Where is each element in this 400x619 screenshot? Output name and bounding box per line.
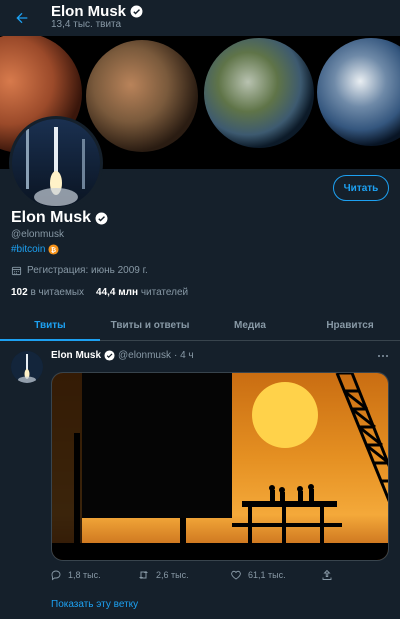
follow-button[interactable]: Читать (333, 175, 389, 201)
profile-name: Elon Musk (11, 209, 108, 227)
followers-count: 44,4 млн (96, 287, 139, 298)
profile-tabs: Твиты Твиты и ответы Медиа Нравится (0, 311, 400, 341)
share-button[interactable] (321, 569, 333, 581)
rocket-launch-thumbnail (11, 351, 43, 383)
bitcoin-icon: ₿ (48, 244, 60, 255)
tab-likes[interactable]: Нравится (300, 311, 400, 340)
tweet-item[interactable]: Elon Musk @elonmusk · 4 ч 1,8 тыс. 2,6 т… (0, 342, 400, 619)
tab-tweets-and-replies[interactable]: Твиты и ответы (100, 311, 200, 340)
sunset-launchpad-image (52, 373, 388, 560)
retweet-icon (139, 571, 148, 579)
tweet-author-handle[interactable]: @elonmusk (118, 350, 171, 361)
profile-avatar[interactable] (9, 116, 103, 210)
reply-button[interactable]: 1,8 тыс. (50, 569, 101, 581)
tweet-header: Elon Musk @elonmusk · 4 ч (51, 350, 194, 361)
following-count: 102 (11, 287, 28, 298)
top-header: Elon Musk 13,4 тыс. твита (0, 0, 400, 36)
verified-badge-icon (130, 5, 143, 18)
retweet-button[interactable]: 2,6 тыс. (137, 569, 189, 581)
following-link[interactable]: 102 в читаемых (11, 287, 84, 298)
reply-icon (51, 570, 61, 581)
followers-label: читателей (140, 287, 189, 298)
join-date-text: Регистрация: июнь 2009 г. (27, 265, 148, 276)
rocket-launch-image (12, 119, 100, 207)
share-icon (322, 569, 332, 580)
more-icon[interactable] (374, 350, 392, 362)
tab-tweets[interactable]: Твиты (0, 311, 100, 341)
tweet-avatar[interactable] (11, 351, 43, 383)
verified-badge-icon (104, 350, 115, 361)
following-label: в читаемых (30, 287, 85, 298)
verified-badge-icon (95, 212, 108, 224)
back-button[interactable] (10, 6, 34, 30)
like-icon (231, 570, 241, 580)
tweet-image[interactable] (51, 372, 389, 561)
bitcoin-hashtag-link[interactable]: #bitcoin (11, 244, 45, 255)
show-thread-link[interactable]: Показать эту ветку (51, 599, 138, 610)
tab-media[interactable]: Медиа (200, 311, 300, 340)
svg-text:₿: ₿ (51, 246, 56, 254)
profile-bio: #bitcoin ₿ (11, 244, 60, 255)
header-name: Elon Musk (51, 3, 127, 20)
calendar-icon (11, 266, 22, 276)
like-count: 61,1 тыс. (248, 570, 286, 580)
tweet-timestamp[interactable]: · 4 ч (174, 350, 194, 361)
profile-handle: @elonmusk (11, 229, 64, 240)
profile-name-text: Elon Musk (11, 209, 92, 226)
join-date: Регистрация: июнь 2009 г. (11, 265, 148, 276)
header-title: Elon Musk (51, 3, 143, 20)
followers-link[interactable]: 44,4 млн читателей (96, 287, 188, 298)
retweet-count: 2,6 тыс. (156, 570, 189, 580)
tweet-author-name[interactable]: Elon Musk (51, 350, 101, 361)
tweet-count: 13,4 тыс. твита (51, 19, 122, 30)
tweet-actions: 1,8 тыс. 2,6 тыс. 61,1 тыс. (50, 569, 350, 583)
profile-stats: 102 в читаемых 44,4 млн читателей (11, 287, 188, 298)
reply-count: 1,8 тыс. (68, 570, 101, 580)
like-button[interactable]: 61,1 тыс. (230, 569, 286, 581)
back-arrow-icon (16, 12, 28, 24)
